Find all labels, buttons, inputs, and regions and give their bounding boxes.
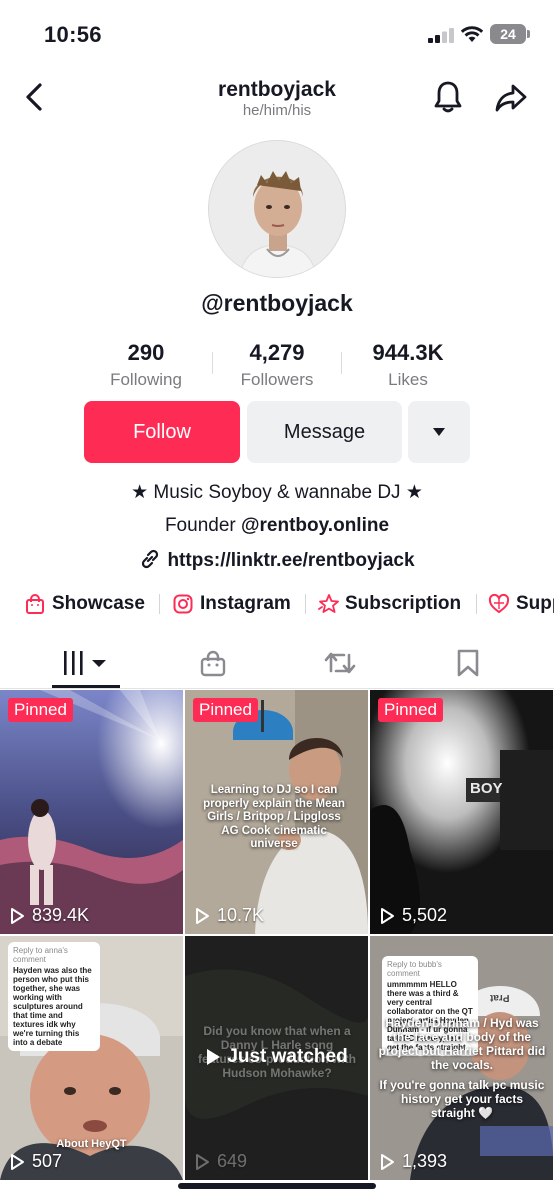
bookmark-icon: [457, 649, 479, 677]
chip-support[interactable]: Supp: [488, 590, 554, 618]
video-tile[interactable]: Pinned 839.4K: [0, 690, 183, 934]
chip-label: Subscription: [345, 593, 462, 614]
pinned-badge: Pinned: [378, 698, 443, 722]
play-icon: [11, 907, 24, 924]
header-pronouns: he/him/his: [242, 102, 312, 119]
view-count-value: 649: [217, 1151, 248, 1171]
view-count-value: 5,502: [402, 905, 448, 925]
bio-founder-prefix: Founder: [164, 515, 236, 536]
view-count: 649: [193, 1151, 247, 1172]
video-tile[interactable]: BOY Pinned 5,502: [370, 690, 553, 934]
play-icon: [196, 907, 209, 924]
chip-divider: [305, 594, 306, 614]
bio-founder-handle[interactable]: @rentboy.online: [241, 515, 389, 536]
video-caption-secondary: If you're gonna talk pc music history ge…: [379, 1078, 545, 1120]
just-watched-text: Just watched: [227, 1046, 348, 1067]
more-options-button[interactable]: [408, 401, 470, 463]
view-count-value: 10.7K: [217, 905, 265, 925]
chip-label: Showcase: [52, 593, 145, 614]
battery-tip: [527, 30, 530, 38]
just-watched-label: Just watched: [185, 1046, 368, 1068]
header-username: rentboyjack: [218, 78, 336, 101]
comment-reply-bubble: Reply to anna's comment Hayden was also …: [8, 942, 100, 1051]
view-count: 507: [8, 1151, 62, 1172]
tab-reposts[interactable]: [300, 640, 380, 686]
chip-label: Instagram: [200, 593, 291, 614]
play-icon: [11, 1153, 24, 1170]
chip-instagram[interactable]: Instagram: [172, 590, 291, 618]
instagram-icon: [173, 594, 193, 614]
link-icon: [142, 549, 159, 569]
shopping-bag-icon: [26, 594, 44, 614]
chip-subscription[interactable]: Subscription: [317, 590, 461, 618]
chevron-down-icon: [433, 428, 445, 436]
home-indicator: [178, 1183, 376, 1189]
view-count: 10.7K: [193, 905, 264, 926]
video-tile[interactable]: Pinned Learning to DJ so I can properly …: [185, 690, 368, 934]
video-thumbnail: [370, 690, 553, 934]
play-icon: [381, 907, 394, 924]
chip-divider: [159, 594, 160, 614]
video-tile[interactable]: Did you know that when a Danny L Harle s…: [185, 936, 368, 1180]
comment-reply-label: Reply to bubb's comment: [387, 960, 442, 978]
view-count: 5,502: [378, 905, 447, 926]
share-icon[interactable]: [494, 82, 528, 114]
stat-likes[interactable]: 944.3K Likes: [328, 340, 488, 390]
tab-favorites[interactable]: [428, 640, 508, 686]
profile-handle: @rentboyjack: [201, 290, 353, 316]
status-time: 10:56: [44, 22, 102, 47]
video-tile[interactable]: Prat Reply to bubb's comment ummmmm HELL…: [370, 936, 553, 1180]
view-count: 1,393: [378, 1151, 447, 1172]
play-icon: [207, 1049, 221, 1065]
star-sparkle-icon: [318, 594, 339, 613]
sign-text: BOY: [470, 780, 503, 797]
view-count: 839.4K: [8, 905, 89, 926]
wifi-icon: [460, 26, 484, 42]
status-bar: 10:56 24: [0, 0, 554, 70]
tab-videos[interactable]: [46, 640, 126, 686]
video-tile[interactable]: Reply to anna's comment Hayden was also …: [0, 936, 183, 1180]
stat-value: 944.3K: [372, 340, 444, 365]
follow-button[interactable]: Follow: [84, 401, 240, 463]
avatar[interactable]: [208, 140, 346, 278]
view-count-value: 839.4K: [32, 905, 90, 925]
bell-icon[interactable]: [432, 80, 464, 114]
play-icon: [196, 1153, 209, 1170]
battery-icon: 24: [490, 24, 526, 44]
message-button[interactable]: Message: [247, 401, 402, 463]
comment-text: Hayden was also the person who put this …: [13, 966, 92, 1047]
chip-showcase[interactable]: Showcase: [24, 590, 145, 618]
heart-globe-icon: [488, 593, 510, 613]
shop-bag-icon: [200, 650, 226, 677]
comment-reply-label: Reply to anna's comment: [13, 946, 68, 964]
play-icon: [381, 1153, 394, 1170]
bio-line: ★ Music Soyboy & wannabe DJ ★: [131, 482, 423, 503]
video-caption: About HeyQT: [56, 1138, 127, 1150]
pinned-badge: Pinned: [193, 698, 258, 722]
view-count-value: 507: [32, 1151, 63, 1171]
bio-link-text: https://linktr.ee/rentboyjack: [167, 550, 415, 571]
cellular-signal-icon: [428, 28, 454, 43]
chip-divider: [476, 594, 477, 614]
chip-label: Supp: [516, 593, 554, 614]
bio-link[interactable]: https://linktr.ee/rentboyjack: [0, 548, 554, 572]
repost-icon: [324, 652, 356, 674]
tab-shop[interactable]: [173, 640, 253, 686]
bio-founder: Founder @rentboy.online: [0, 515, 554, 537]
video-thumbnail: [0, 690, 183, 934]
video-caption: Hayden Dunham / Hyd was the face and bod…: [378, 1016, 546, 1072]
pinned-badge: Pinned: [8, 698, 73, 722]
stat-label: Likes: [388, 370, 428, 389]
video-caption: Learning to DJ so I can properly explain…: [203, 784, 345, 850]
videos-grid-icon: [64, 651, 106, 675]
tabs-divider: [0, 688, 554, 689]
cap-text: Prat: [490, 992, 510, 1003]
view-count-value: 1,393: [402, 1151, 448, 1171]
